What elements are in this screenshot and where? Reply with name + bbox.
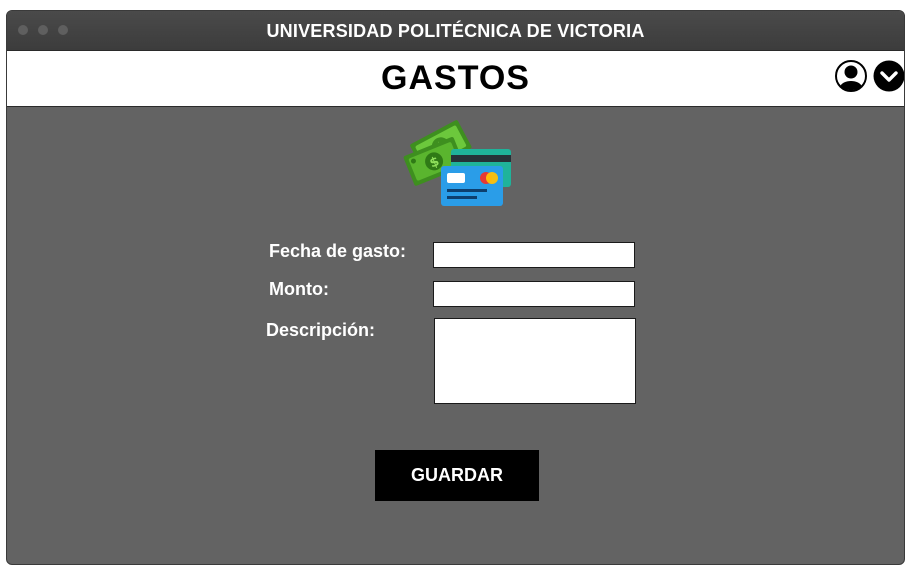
descripcion-label: Descripción: [266, 320, 376, 340]
monto-label: Monto: [269, 279, 329, 299]
title-bar: UNIVERSIDAD POLITÉCNICA DE VICTORIA [7, 11, 904, 50]
save-button[interactable]: GUARDAR [375, 450, 539, 501]
fecha-label: Fecha de gasto: [269, 241, 407, 261]
window-close-dot[interactable] [18, 25, 28, 35]
app-window: UNIVERSIDAD POLITÉCNICA DE VICTORIA GAST… [6, 10, 905, 565]
window-maximize-dot[interactable] [58, 25, 68, 35]
page-title: GASTOS [381, 59, 530, 97]
page-header: GASTOS [7, 50, 904, 107]
fecha-input[interactable] [433, 242, 635, 268]
credit-cards-icon [441, 149, 511, 206]
monto-input[interactable] [433, 281, 635, 307]
window-minimize-dot[interactable] [38, 25, 48, 35]
expenses-illustration: $ $ [403, 120, 511, 206]
window-title: UNIVERSIDAD POLITÉCNICA DE VICTORIA [266, 21, 645, 41]
descripcion-textarea[interactable] [434, 318, 636, 404]
user-icon[interactable] [835, 60, 867, 92]
chevron-down-icon[interactable] [873, 60, 905, 92]
